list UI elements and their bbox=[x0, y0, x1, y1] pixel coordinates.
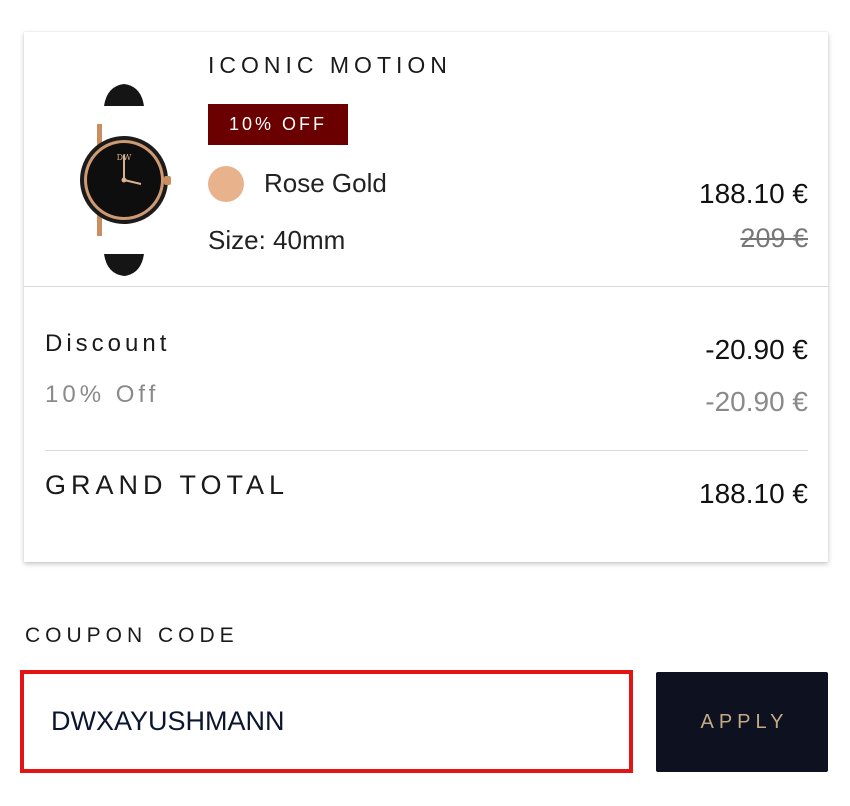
grand-total-label: GRAND TOTAL bbox=[45, 470, 290, 500]
divider bbox=[24, 286, 828, 287]
coupon-code-input[interactable] bbox=[20, 670, 633, 773]
black-watch-icon[interactable]: DW bbox=[69, 80, 179, 280]
color-swatch bbox=[208, 166, 244, 202]
size-row: Size: 40mm bbox=[208, 225, 345, 256]
discount-label: Discount bbox=[45, 330, 171, 357]
color-name: Rose Gold bbox=[264, 168, 387, 198]
discount-sub-label: 10% Off bbox=[45, 381, 160, 408]
size-label: Size: bbox=[208, 225, 266, 255]
size-value: 40mm bbox=[273, 225, 346, 255]
cart-summary-card: DW ICONIC MOTION 10% OFF Rose Gold Size:… bbox=[24, 32, 828, 562]
discount-sub-amount: -20.90 € bbox=[705, 386, 808, 417]
discount-badge: 10% OFF bbox=[208, 104, 348, 145]
divider bbox=[45, 450, 808, 451]
product-name: ICONIC MOTION bbox=[208, 52, 452, 78]
current-price: 188.10 € bbox=[699, 178, 808, 209]
original-price: 209 € bbox=[740, 223, 808, 253]
apply-coupon-button[interactable]: APPLY bbox=[656, 672, 828, 772]
coupon-code-label: COUPON CODE bbox=[25, 624, 239, 647]
discount-amount: -20.90 € bbox=[705, 334, 808, 365]
grand-total-value: 188.10 € bbox=[699, 478, 808, 509]
